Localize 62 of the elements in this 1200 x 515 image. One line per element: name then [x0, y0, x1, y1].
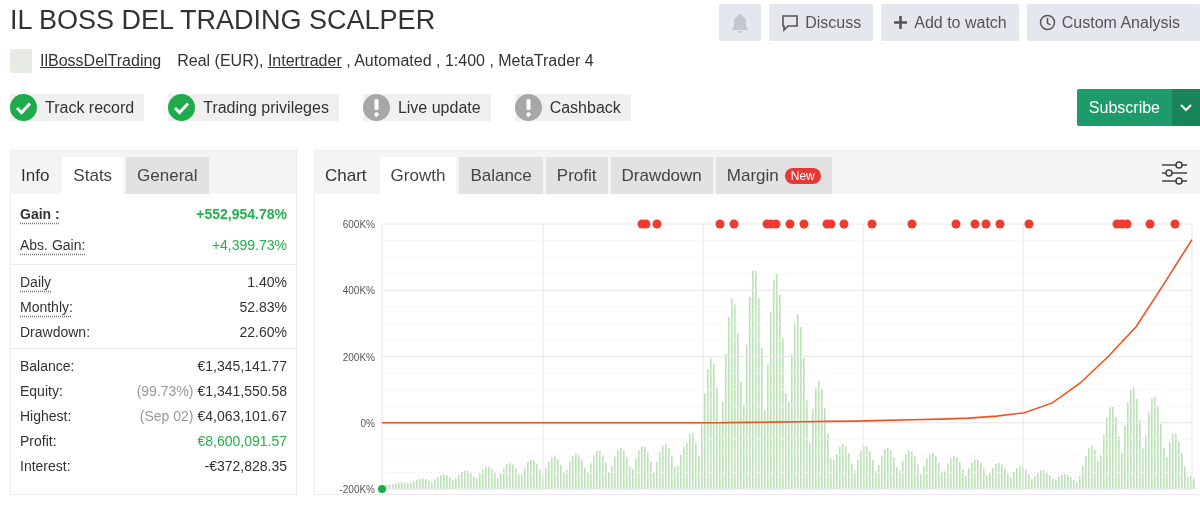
- exclamation-icon: [362, 94, 390, 121]
- stat-value: 52.83%: [239, 298, 287, 317]
- plus-icon: [893, 15, 909, 30]
- stat-value: €8,600,091.57: [197, 432, 287, 451]
- start-point-icon: [378, 485, 386, 493]
- stat-value: €1,341,550.58: [197, 382, 287, 401]
- exclamation-icon: [514, 94, 542, 121]
- stat-label: Equity:: [20, 382, 63, 401]
- tab[interactable]: Drawdown: [610, 157, 713, 194]
- add-button[interactable]: Add to watch: [881, 4, 1019, 41]
- account-info: Real (EUR), Intertrader , Automated , 1:400 , MetaTrader 4: [177, 51, 594, 71]
- panel-title: Chart: [324, 164, 368, 187]
- check-icon: [10, 94, 37, 121]
- stat-value: -€372,828.35: [204, 457, 287, 476]
- stat-note: (99.73%): [136, 382, 194, 401]
- stat-value: 22.60%: [239, 323, 287, 342]
- dropdown-button[interactable]: [1172, 89, 1200, 126]
- discuss-button[interactable]: Discuss: [769, 4, 874, 41]
- bell-icon: [731, 12, 750, 33]
- badge-label: Cashback: [549, 97, 621, 118]
- caret-icon: [1180, 103, 1192, 112]
- y-axis-label: -200K%: [339, 484, 375, 494]
- stat-label: Interest:: [20, 457, 71, 476]
- y-axis-label: 0%: [360, 417, 375, 429]
- stat-label: Highest:: [20, 407, 72, 426]
- settings-icon: [1161, 160, 1187, 185]
- stat-value: +4,399.73%: [211, 236, 287, 255]
- tab[interactable]: General: [126, 157, 209, 194]
- tab[interactable]: Balance: [459, 157, 543, 194]
- tab[interactable]: Growth: [379, 157, 457, 194]
- new-badge: New: [784, 167, 821, 184]
- stat-label: Gain :: [20, 205, 60, 224]
- y-axis-label: 600K%: [342, 219, 375, 230]
- subscribe-button[interactable]: Subscribe: [1076, 89, 1172, 126]
- broker-link[interactable]: Intertrader: [267, 52, 342, 69]
- stat-label: Balance:: [20, 357, 75, 376]
- y-axis-label: 200K%: [342, 351, 375, 363]
- stat-value: €4,063,101.67: [197, 407, 287, 426]
- clock-button[interactable]: Custom Analysis: [1026, 4, 1200, 41]
- stat-note: (Sep 02): [139, 407, 194, 426]
- stat-label: Profit:: [20, 432, 57, 451]
- badge-label: Live update: [397, 97, 481, 118]
- y-axis-label: 400K%: [342, 285, 375, 297]
- clock-icon: [1038, 14, 1056, 31]
- page-title: IL BOSS DEL TRADING SCALPER: [10, 4, 436, 37]
- stat-label: Monthly:: [20, 298, 73, 317]
- stat-label: Daily: [20, 273, 52, 292]
- tab[interactable]: Margin New: [715, 157, 832, 194]
- badge-label: Trading privileges: [203, 97, 329, 118]
- stat-value: 1.40%: [247, 273, 287, 292]
- check-icon: [168, 94, 196, 121]
- avatar-placeholder: [10, 49, 32, 73]
- panel-title: Info: [20, 164, 51, 187]
- tab[interactable]: Profit: [545, 157, 608, 194]
- speech-bubble-icon: [781, 13, 800, 32]
- stat-label: Drawdown:: [20, 323, 91, 342]
- tab[interactable]: Stats: [62, 157, 124, 194]
- owner-link[interactable]: IlBossDelTrading: [40, 49, 162, 73]
- stat-label: Abs. Gain:: [20, 236, 86, 255]
- stat-value: +552,954.78%: [196, 205, 287, 224]
- stat-value: €1,345,141.77: [197, 357, 287, 376]
- badge-label: Track record: [45, 97, 135, 118]
